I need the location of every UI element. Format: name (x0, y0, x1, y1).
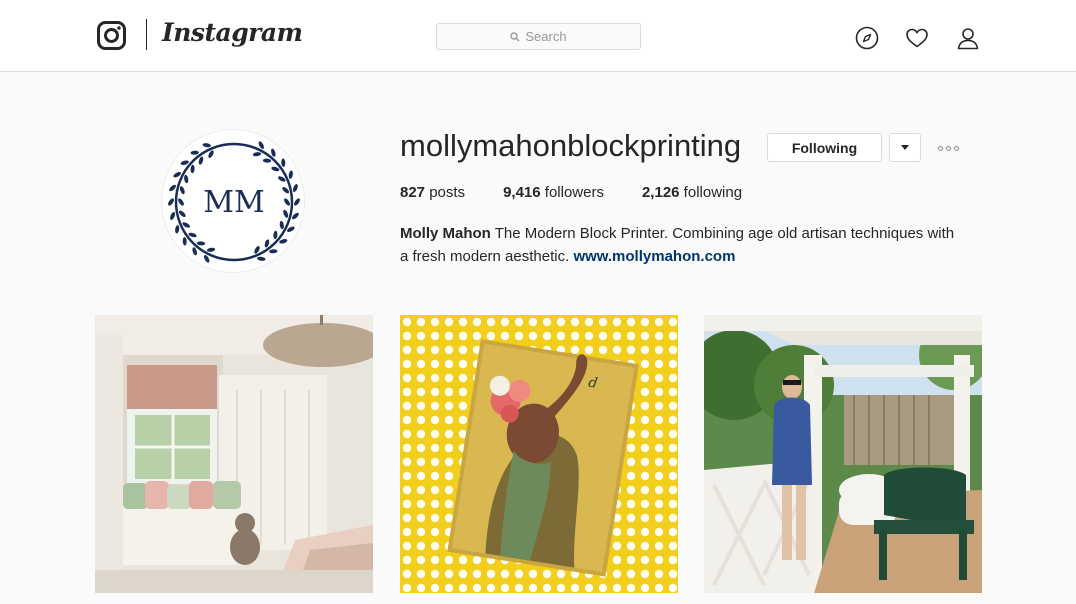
laurel-leaf (178, 198, 184, 206)
illustration-photo: d (400, 315, 678, 593)
laurel-leaf (170, 212, 176, 220)
laurel-leaf (190, 150, 199, 155)
laurel-leaf (206, 247, 216, 252)
laurel-wreath-logo: MM (168, 141, 300, 263)
top-navigation-bar: Instagram Search (0, 0, 1076, 72)
posts-label: posts (425, 184, 466, 201)
laurel-leaf (179, 186, 185, 195)
profile-avatar[interactable]: MM (161, 129, 305, 273)
dot (953, 145, 959, 151)
laurel-leaf (182, 237, 187, 246)
instagram-wordmark[interactable]: Instagram (162, 18, 303, 47)
post-thumbnail-illustration[interactable]: d (400, 315, 678, 593)
laurel-leaf (257, 256, 266, 261)
suggestions-dropdown-button[interactable] (889, 133, 921, 162)
profile-icon[interactable] (956, 26, 980, 50)
logo-divider (146, 19, 147, 50)
laurel-leaf (202, 143, 211, 148)
followers-number: 9,416 (503, 184, 541, 201)
laurel-leaf (252, 152, 262, 157)
post-thumbnail-bedroom[interactable] (95, 315, 373, 593)
profile-stats: 827 posts 9,416 followers 2,126 followin… (400, 184, 780, 201)
laurel-leaf (175, 225, 180, 234)
avatar-monogram: MM (203, 185, 264, 220)
laurel-leaf (184, 174, 189, 184)
caret-down-icon (901, 145, 909, 150)
post-thumbnail-porch[interactable] (704, 315, 982, 593)
laurel-leaf (196, 241, 206, 246)
search-icon (510, 31, 520, 41)
laurel-leaf (273, 230, 278, 240)
laurel-leaf (284, 198, 290, 206)
laurel-leaf (288, 170, 293, 179)
profile-bio: Molly Mahon The Modern Block Printer. Co… (400, 222, 965, 268)
dot (945, 145, 951, 151)
search-placeholder: Search (525, 29, 567, 44)
compass-icon[interactable] (855, 26, 879, 50)
laurel-leaf (281, 158, 286, 167)
search-input[interactable]: Search (436, 23, 641, 50)
following-number: 2,126 (641, 184, 680, 201)
profile-username: mollymahonblockprinting (400, 128, 742, 163)
laurel-leaf (294, 198, 300, 206)
dot (937, 145, 943, 151)
followers-label: followers (540, 184, 604, 201)
posts-count: 827 posts (400, 184, 465, 201)
bedroom-photo (95, 315, 373, 593)
followers-link[interactable]: 9,416 followers (503, 184, 604, 201)
bio-full-name: Molly Mahon (400, 225, 491, 242)
following-link[interactable]: 2,126 following (642, 184, 742, 201)
following-label: following (679, 184, 743, 201)
posts-number: 827 (400, 184, 426, 201)
porch-photo (704, 315, 982, 593)
more-options-button[interactable] (933, 139, 963, 157)
heart-icon[interactable] (905, 26, 929, 50)
laurel-leaf (262, 158, 272, 163)
instagram-logo-icon[interactable] (97, 21, 126, 50)
laurel-leaf (292, 184, 298, 192)
following-button[interactable]: Following (767, 133, 882, 162)
laurel-leaf (279, 220, 284, 230)
laurel-leaf (292, 212, 299, 220)
laurel-leaf (283, 209, 289, 218)
laurel-leaf (168, 198, 174, 206)
laurel-leaf (169, 184, 176, 192)
laurel-leaf (190, 164, 195, 174)
laurel-leaf (269, 249, 278, 254)
bio-website-link[interactable]: www.mollymahon.com (573, 248, 735, 265)
